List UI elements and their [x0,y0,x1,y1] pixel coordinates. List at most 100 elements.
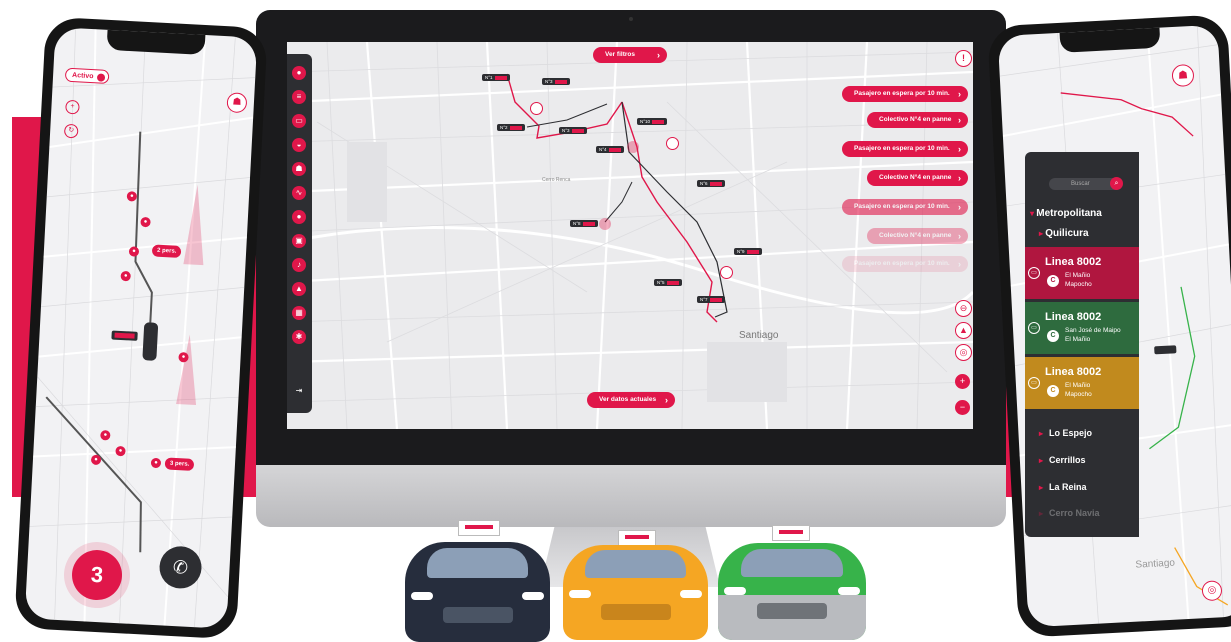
line-stop: El Mañio [1065,272,1091,279]
group-count: 2 pers. [156,247,177,255]
city-item[interactable]: La Reina [1039,482,1087,492]
warning-icon[interactable]: ▲ [292,282,306,296]
search-icon[interactable]: ⌕ [1110,177,1123,190]
line-stop: Mapocho [1065,391,1092,398]
routes-panel: Buscar ⌕ ▾ Metropolitana ▸ Quilicura ▭ L… [1025,152,1139,537]
black-taxi-car [405,532,550,642]
passenger-pin-icon[interactable] [530,102,543,115]
line-stop: El Mañio [1065,382,1091,389]
user-badge-icon[interactable]: ☗ [292,162,306,176]
locate-button[interactable]: ◎ [955,344,972,361]
alert-notification[interactable]: Pasajero en espera por 10 min. [842,86,968,102]
bus-tag[interactable]: N°7 [697,296,725,303]
current-data-button[interactable]: Ver datos actuales [587,392,675,408]
passenger-pin-icon[interactable] [666,137,679,150]
map-area-label: Cerro Renca [542,177,571,183]
bus-tag[interactable]: N°6 [697,180,725,187]
city-item[interactable]: Cerrillos [1039,455,1086,465]
alert-text: Pasajero en espera por 10 min. [854,90,950,97]
bus-icon: ▭ [1028,322,1040,334]
alert-notification[interactable]: Pasajero en espera por 10 min. [842,141,968,157]
user-icon[interactable]: ● [292,210,306,224]
line-badge-icon: C [1047,330,1059,342]
alert-badge[interactable]: ! [955,50,972,67]
logout-icon[interactable]: ⇥ [292,384,306,398]
car-icon[interactable]: ◒ [292,138,306,152]
warning-filter-button[interactable]: ▲ [955,322,972,339]
search-placeholder: Buscar [1071,181,1090,187]
alert-text: Colectivo N°4 en panne [879,232,952,239]
line-stop: El Mañio [1065,336,1091,343]
vehicle-icon[interactable]: ▣ [292,234,306,248]
route-icon[interactable]: ∿ [292,186,306,200]
line-badge-icon: C [1047,385,1059,397]
toggle-knob-icon [96,73,106,82]
settings-icon[interactable]: ✱ [292,330,306,344]
monitor-chin [256,465,1006,527]
city-item[interactable]: Cerro Navia [1039,508,1100,518]
alert-notification[interactable]: Pasajero en espera por 10 min. [842,199,968,215]
line-stop: Mapocho [1065,281,1092,288]
zoom-in-button[interactable]: + [955,374,970,389]
camera-dot [629,17,633,21]
zoom-out-button[interactable]: − [955,400,970,415]
driver-phone-screen[interactable]: Activo ☗ + ↻ ● ● ● 2 pers. ● ● ● ● ● ● 3… [24,27,258,629]
alert-text: Pasajero en espera por 10 min. [854,203,950,210]
active-toggle-label: Activo [71,72,94,81]
bus-tag[interactable]: N°3 [542,78,570,85]
dashboard-sidebar: ● ≡ ▭ ◒ ☗ ∿ ● ▣ ♪ ▲ ▦ ✱ ⇥ [287,54,312,413]
bus-icon[interactable]: ▭ [292,114,306,128]
bus-icon: ▭ [1028,377,1040,389]
driver-map-streets [29,28,256,628]
green-taxi-car [718,535,866,640]
bus-tag [1154,345,1177,355]
active-toggle[interactable]: Activo [64,67,110,84]
bus-tag[interactable]: N°10 [637,118,668,125]
alert-text: Pasajero en espera por 10 min. [854,145,950,152]
filters-button[interactable]: Ver filtros [593,47,667,63]
alert-text: Colectivo N°4 en panne [879,116,952,123]
pin-icon[interactable]: ● [292,66,306,80]
driver-car-icon [142,322,159,361]
bus-tag[interactable]: N°1 [482,74,510,81]
line-card[interactable]: ▭ Linea 8002 C San José de Maipo El Mañi… [1025,302,1139,354]
alert-notification[interactable]: Colectivo N°4 en panne [867,112,968,128]
line-title: Linea 8002 [1045,311,1102,323]
calendar-icon[interactable]: ▦ [292,306,306,320]
zoom-in-icon: + [959,376,966,386]
bus-tag[interactable]: N°5 [654,279,682,286]
line-stop: San José de Maipo [1065,327,1121,334]
region-item[interactable]: ▾ Metropolitana [1030,208,1102,219]
alert-notification[interactable]: Colectivo N°4 en panne [867,170,968,186]
bus-tag[interactable]: N°9 [734,248,762,255]
bus-tag[interactable]: N°4 [596,146,624,153]
line-card[interactable]: ▭ Linea 8002 C El Mañio Mapocho [1025,357,1139,409]
bus-tag[interactable]: N°2 [497,124,525,131]
map-city-label: Santiago [739,330,779,341]
dashboard-map[interactable]: N°1 N°3 N°2 N°3 N°10 N°4 N°6 N°8 N°9 N°5… [287,42,973,429]
taxi-filter-button[interactable]: ⊖ [955,300,972,317]
region-label: Metropolitana [1036,208,1102,219]
line-badge-icon: C [1047,275,1059,287]
bus-tag[interactable]: N°8 [570,220,598,227]
line-card[interactable]: ▭ Linea 8002 C El Mañio Mapocho [1025,247,1139,299]
trip-counter-value: 3 [90,561,104,588]
driver-phone: Activo ☗ + ↻ ● ● ● 2 pers. ● ● ● ● ● ● 3… [14,16,268,640]
bus-tag[interactable]: N°3 [559,127,587,134]
city-label: Cerro Navia [1049,508,1100,518]
commune-item[interactable]: ▸ Quilicura [1039,228,1089,239]
alert-text: Pasajero en espera por 10 min. [854,260,950,267]
filters-button-label: Ver filtros [605,51,635,58]
bell-icon[interactable]: ♪ [292,258,306,272]
passenger-group-tag[interactable]: 2 pers. [151,244,182,259]
passenger-pin-icon[interactable] [720,266,733,279]
city-label: Lo Espejo [1049,428,1093,438]
alert-notification[interactable]: Colectivo N°4 en panne [867,228,968,244]
list-icon[interactable]: ≡ [292,90,306,104]
alert-notification[interactable]: Pasajero en espera por 10 min. [842,256,968,272]
passenger-group-tag[interactable]: 3 pers. [164,457,195,471]
city-label: Cerrillos [1049,455,1086,465]
city-item[interactable]: Lo Espejo [1039,428,1092,438]
search-box[interactable]: Buscar ⌕ [1049,177,1123,190]
group-count: 3 pers. [169,460,190,468]
